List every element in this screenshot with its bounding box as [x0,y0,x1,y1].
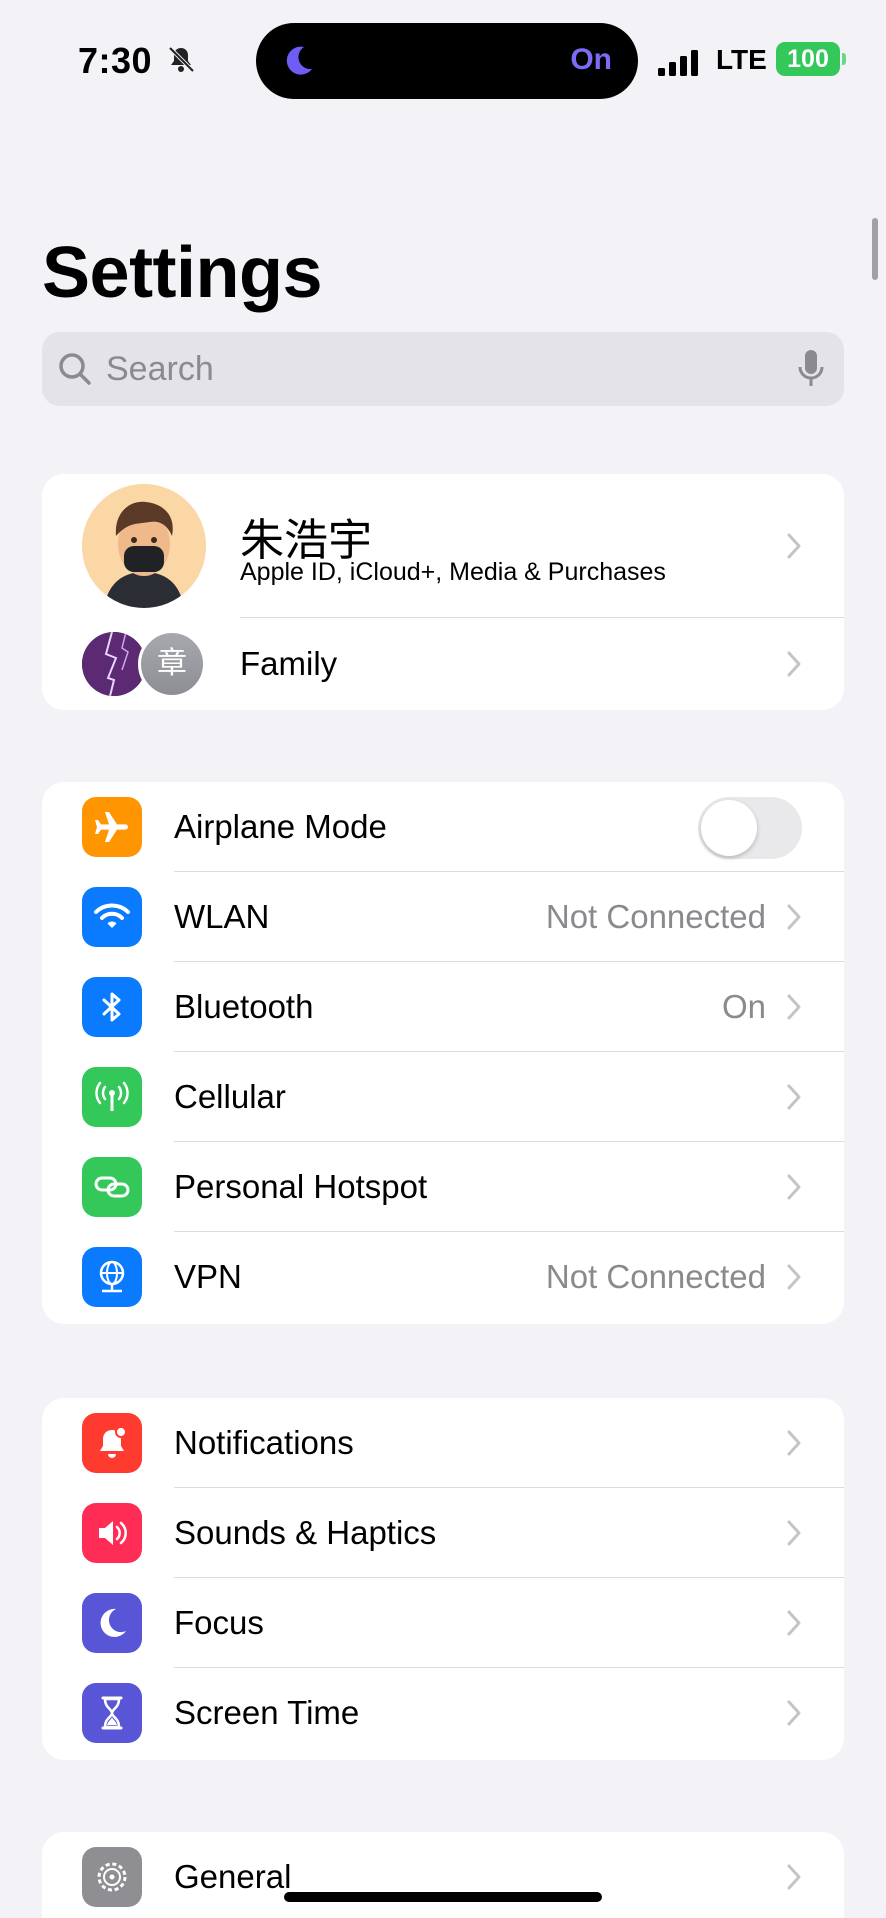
page-title: Settings [42,233,323,313]
chevron-right-icon [787,533,801,559]
cellular-icon [82,1067,142,1127]
focus-state: On [570,43,612,76]
row-value: Not Connected [545,898,766,935]
row-label: Cellular [174,1078,286,1115]
row-label: Bluetooth [174,988,314,1025]
battery-cap [842,53,846,65]
microphone-icon[interactable] [796,348,826,390]
settings-row-screen-time[interactable]: Screen Time [42,1668,844,1758]
chevron-right-icon [787,904,801,930]
row-label: Sounds & Haptics [174,1514,437,1551]
home-indicator[interactable] [284,1892,602,1902]
apple-id-group: 朱浩宇 Apple ID, iCloud+, Media & Purchases… [42,474,844,710]
row-label: WLAN [174,898,270,935]
gear-icon [82,1847,142,1907]
chevron-right-icon [787,1084,801,1110]
row-label: Airplane Mode [174,808,387,845]
chevron-right-icon [787,1174,801,1200]
wifi-icon [82,887,142,947]
search-bar[interactable] [42,332,844,406]
chevron-right-icon [787,651,801,677]
battery-icon: 100 [776,42,840,76]
dynamic-island[interactable]: On [256,23,638,99]
vpn-globe-icon [82,1247,142,1307]
system-group: General [42,1832,844,1918]
settings-row-personal-hotspot[interactable]: Personal Hotspot [42,1142,844,1232]
row-label: Focus [174,1604,264,1641]
account-subtitle: Apple ID, iCloud+, Media & Purchases [240,558,666,586]
apple-id-row[interactable]: 朱浩宇 Apple ID, iCloud+, Media & Purchases [42,474,844,618]
settings-row-bluetooth[interactable]: Bluetooth On [42,962,844,1052]
settings-row-focus[interactable]: Focus [42,1578,844,1668]
chevron-right-icon [787,994,801,1020]
bell-slash-icon [168,46,195,73]
airplane-mode-toggle[interactable] [698,797,802,859]
chevron-right-icon [787,1610,801,1636]
search-icon [59,353,91,385]
row-label: Personal Hotspot [174,1168,428,1205]
notification-bell-icon [82,1413,142,1473]
settings-row-notifications[interactable]: Notifications [42,1398,844,1488]
airplane-icon [82,797,142,857]
bluetooth-icon [82,977,142,1037]
row-label: General [174,1858,292,1895]
row-label: Notifications [174,1424,354,1461]
connectivity-group: Airplane Mode WLAN Not Connected Bluetoo… [42,782,844,1324]
settings-row-cellular[interactable]: Cellular [42,1052,844,1142]
family-row[interactable]: 章 Family [42,618,844,710]
family-member-avatar [82,632,146,696]
network-type: LTE [716,44,767,75]
row-label: Screen Time [174,1694,360,1731]
settings-row-vpn[interactable]: VPN Not Connected [42,1232,844,1322]
hotspot-icon [82,1157,142,1217]
settings-row-general[interactable]: General [42,1832,844,1918]
chevron-right-icon [787,1264,801,1290]
chevron-right-icon [787,1430,801,1456]
battery-level: 100 [787,45,829,73]
family-member-avatar-initial: 章 [138,630,206,698]
settings-row-sounds-haptics[interactable]: Sounds & Haptics [42,1488,844,1578]
toggle-knob [701,800,757,856]
chevron-right-icon [787,1520,801,1546]
clock: 7:30 [78,40,153,81]
status-bar: 7:30 On LTE 100 [0,0,886,110]
cellular-signal-icon [658,46,702,76]
settings-row-wlan[interactable]: WLAN Not Connected [42,872,844,962]
chevron-right-icon [787,1700,801,1726]
row-label: VPN [174,1258,242,1295]
avatar [82,484,206,608]
settings-row-airplane-mode[interactable]: Airplane Mode [42,782,844,872]
search-input[interactable] [106,332,786,406]
moon-icon [82,1593,142,1653]
speaker-icon [82,1503,142,1563]
chevron-right-icon [787,1864,801,1890]
family-label: Family [240,645,338,682]
notifications-group: Notifications Sounds & Haptics Focus Scr… [42,1398,844,1760]
focus-moon-icon [286,46,312,75]
row-value: On [721,988,766,1025]
hourglass-icon [82,1683,142,1743]
scroll-indicator[interactable] [872,218,878,280]
row-value: Not Connected [545,1258,766,1295]
